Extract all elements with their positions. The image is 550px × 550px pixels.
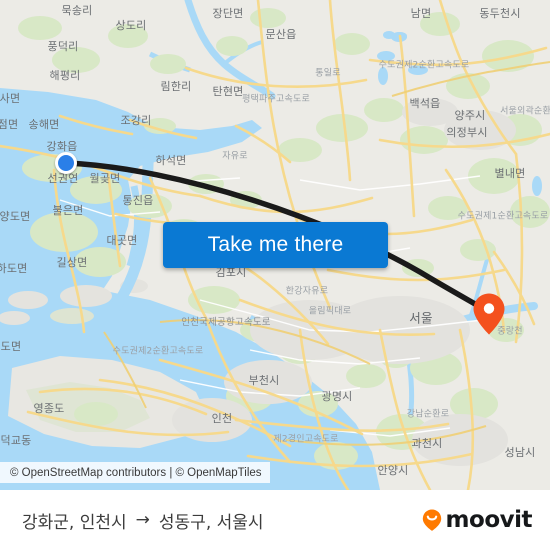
- footer-bar: 강화군, 인천시 → 성동구, 서울시 moovit: [0, 490, 550, 550]
- attribution-text: © OpenStreetMap contributors | © OpenMap…: [10, 466, 262, 479]
- moovit-map-screen: 묵송리 상도리 장단면 문산읍 남면 동두천시 풍덕리 해평리 림한리 탄현면 백석읍 양주시 사면 점면…: [0, 0, 550, 550]
- destination-pin-marker[interactable]: [472, 292, 506, 336]
- take-me-there-button[interactable]: Take me there: [163, 222, 388, 268]
- map-viewport[interactable]: 묵송리 상도리 장단면 문산읍 남면 동두천시 풍덕리 해평리 림한리 탄현면 백석읍 양주시 사면 점면…: [0, 0, 550, 490]
- moovit-logo[interactable]: moovit: [420, 506, 533, 533]
- route-origin-label: 강화군, 인천시: [22, 512, 127, 533]
- origin-dot-marker[interactable]: [55, 152, 77, 174]
- arrow-right-icon: →: [135, 509, 150, 530]
- moovit-pin-icon: [422, 509, 441, 531]
- route-summary: 강화군, 인천시 → 성동구, 서울시: [22, 508, 264, 533]
- map-attribution: © OpenStreetMap contributors | © OpenMap…: [0, 462, 270, 483]
- moovit-wordmark: moovit: [445, 506, 533, 533]
- route-destination-label: 성동구, 서울시: [158, 512, 264, 533]
